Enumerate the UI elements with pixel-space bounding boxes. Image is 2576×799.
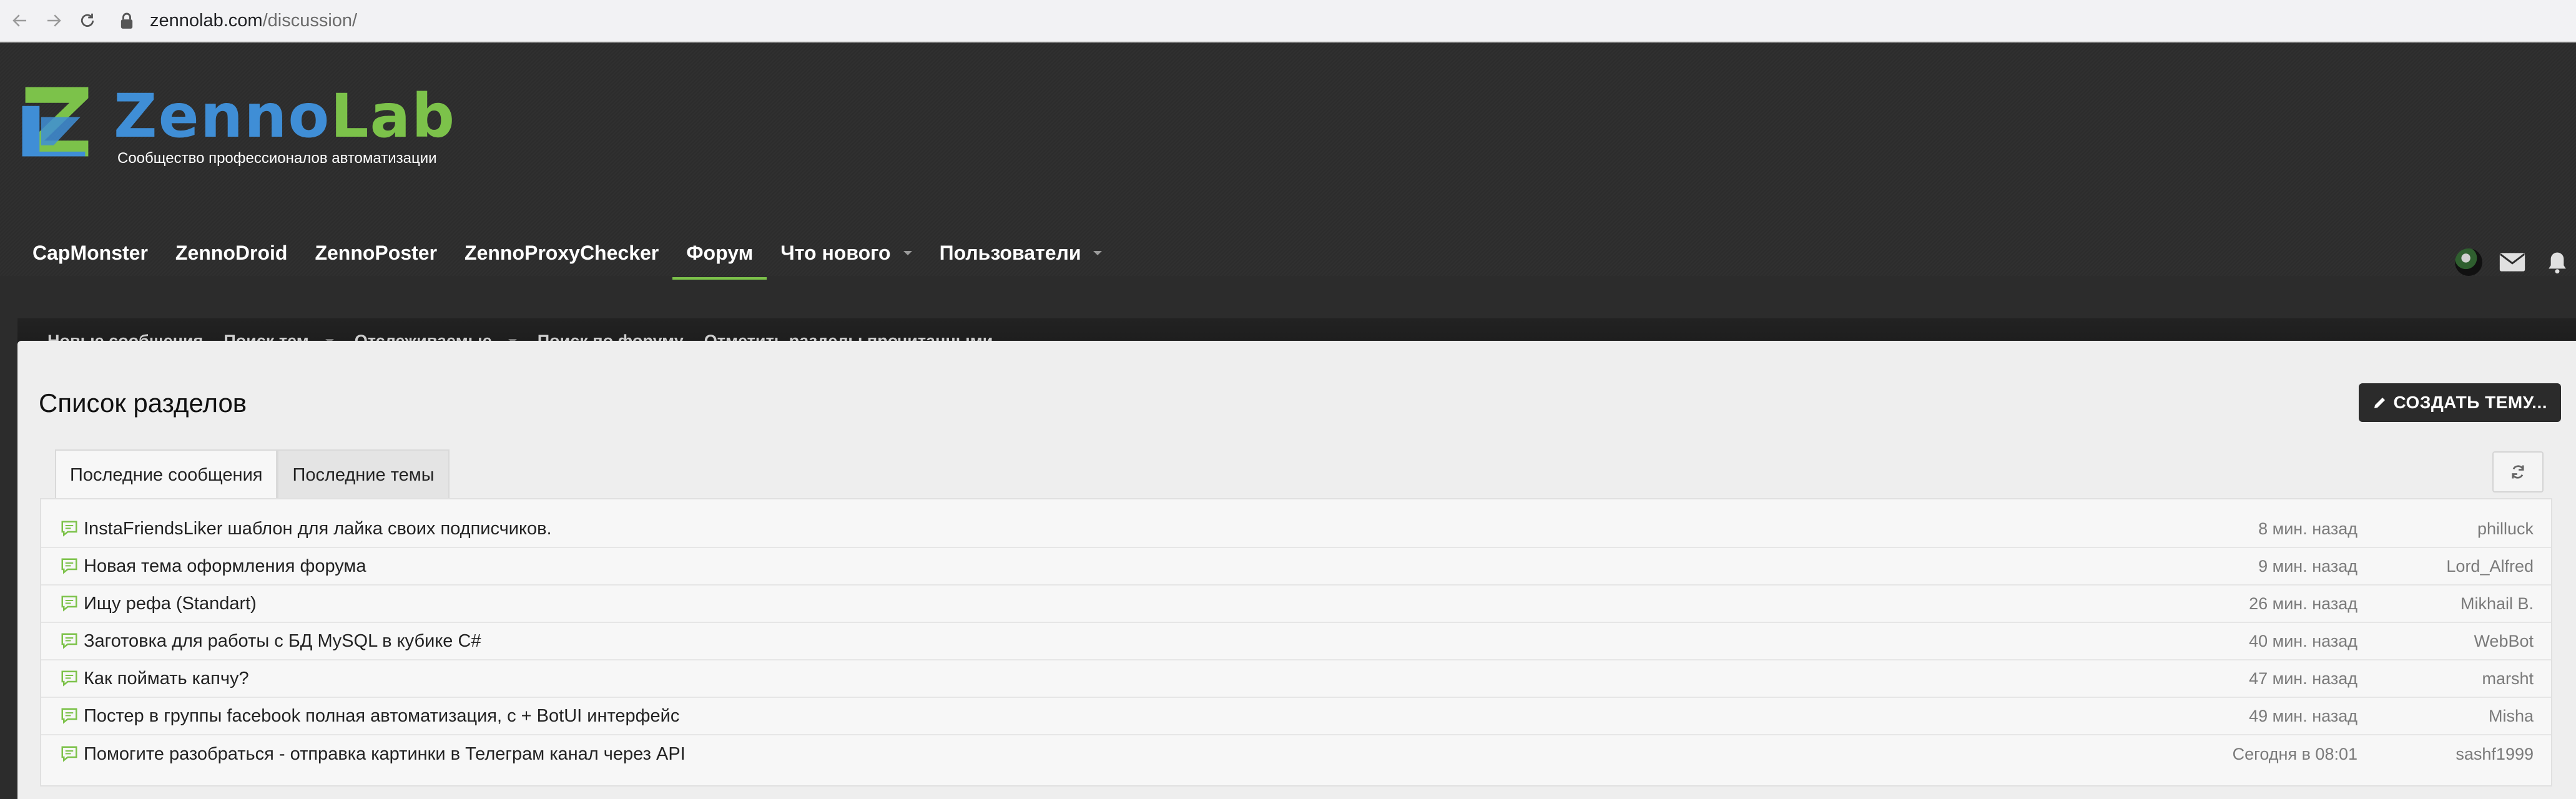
logo-tagline: Сообщество профессионалов автоматизации	[117, 150, 437, 167]
topic-title-link[interactable]: InstaFriendsLiker шаблон для лайка своих…	[84, 519, 552, 539]
list-item[interactable]: Как поймать капчу? 47 мин. назад marsht	[41, 660, 2551, 698]
mail-icon[interactable]	[2499, 250, 2526, 274]
list-item[interactable]: Ищу рефа (Standart) 26 мин. назад Mikhail …	[41, 586, 2551, 623]
reload-icon[interactable]	[74, 7, 101, 34]
topic-time: 9 мин. назад	[2258, 556, 2357, 576]
tab-latest-threads[interactable]: Последние темы	[277, 449, 450, 499]
nav-item-zennodroid[interactable]: ZennoDroid	[162, 227, 302, 278]
url-host: zennolab.com	[150, 10, 263, 31]
chevron-down-icon	[1093, 250, 1103, 255]
list-item[interactable]: Новая тема оформления форума 9 мин. назад…	[41, 548, 2551, 586]
avatar[interactable]	[2455, 248, 2482, 276]
topic-user-link[interactable]: WebBot	[2474, 632, 2534, 651]
nav-item-capmonster[interactable]: CapMonster	[19, 227, 162, 278]
list-item[interactable]: Заготовка для работы с БД MySQL в кубике…	[41, 623, 2551, 660]
topic-title-link[interactable]: Ищу рефа (Standart)	[84, 594, 257, 614]
nav-item-whats-new[interactable]: Что нового	[767, 227, 925, 278]
bell-icon[interactable]	[2544, 250, 2571, 274]
list-item[interactable]: InstaFriendsLiker шаблон для лайка своих…	[41, 511, 2551, 548]
topic-time: 40 мин. назад	[2249, 631, 2357, 650]
back-icon[interactable]	[6, 7, 34, 34]
tab-latest-posts[interactable]: Последние сообщения	[55, 449, 278, 499]
account-icons	[2455, 248, 2571, 276]
create-thread-button[interactable]: СОЗДАТЬ ТЕМУ...	[2358, 383, 2561, 422]
tab-bar: Последние сообщения Последние темы	[55, 449, 450, 499]
lock-icon	[120, 12, 133, 29]
topic-title-link[interactable]: Новая тема оформления форума	[84, 556, 366, 577]
topic-time: 47 мин. назад	[2249, 669, 2357, 688]
topic-time: 49 мин. назад	[2249, 706, 2357, 725]
forward-icon[interactable]	[40, 7, 67, 34]
chevron-down-icon	[903, 250, 912, 255]
url-path: /discussion/	[262, 10, 358, 31]
logo-wordmark: ZennoLab	[114, 81, 456, 151]
topic-user-link[interactable]: Misha	[2489, 707, 2534, 726]
list-item[interactable]: Помогите разобраться - отправка картинки…	[41, 735, 2551, 773]
topic-user-link[interactable]: Mikhail B.	[2460, 594, 2534, 614]
topic-user-link[interactable]: sashf1999	[2456, 745, 2534, 764]
site-header: ZennoLab Сообщество профессионалов автом…	[0, 42, 2576, 363]
nav-item-users[interactable]: Пользователи	[926, 227, 1116, 278]
logo[interactable]: ZennoLab Сообщество профессионалов автом…	[17, 82, 456, 167]
topic-title-link[interactable]: Помогите разобраться - отправка картинки…	[84, 744, 686, 765]
chat-bubble-icon	[61, 746, 77, 762]
chat-bubble-icon	[61, 558, 77, 574]
chat-bubble-icon	[61, 521, 77, 537]
topic-title-link[interactable]: Заготовка для работы с БД MySQL в кубике…	[84, 631, 481, 652]
topic-time: 26 мин. назад	[2249, 594, 2357, 613]
nav-item-zennoposter[interactable]: ZennoPoster	[301, 227, 451, 278]
pencil-icon	[2374, 398, 2385, 408]
topic-time: Сегодня в 08:01	[2232, 744, 2357, 763]
list-item[interactable]: Постер в группы facebook полная автомати…	[41, 698, 2551, 735]
chat-bubble-icon	[61, 670, 77, 687]
topic-user-link[interactable]: marsht	[2482, 669, 2534, 689]
main-nav: CapMonster ZennoDroid ZennoPoster ZennoP…	[19, 227, 1116, 280]
refresh-button[interactable]	[2492, 451, 2544, 493]
refresh-icon	[2512, 465, 2524, 479]
content-panel: Список разделов СОЗДАТЬ ТЕМУ... Последни…	[17, 341, 2576, 799]
nav-item-zennoproxychecker[interactable]: ZennoProxyChecker	[451, 227, 672, 278]
topic-title-link[interactable]: Как поймать капчу?	[84, 669, 249, 689]
chat-bubble-icon	[61, 633, 77, 649]
latest-posts-list: InstaFriendsLiker шаблон для лайка своих…	[40, 498, 2552, 787]
address-bar[interactable]: zennolab.com/discussion/	[120, 11, 357, 31]
topic-title-link[interactable]: Постер в группы facebook полная автомати…	[84, 706, 679, 727]
logo-mark-icon	[22, 87, 89, 157]
page-title: Список разделов	[39, 388, 247, 418]
topic-user-link[interactable]: Lord_Alfred	[2446, 557, 2534, 576]
chat-bubble-icon	[61, 708, 77, 724]
nav-item-forum[interactable]: Форум	[672, 227, 767, 280]
topic-time: 8 мин. назад	[2258, 519, 2357, 538]
chat-bubble-icon	[61, 596, 77, 612]
topic-user-link[interactable]: philluck	[2477, 519, 2534, 539]
browser-toolbar: zennolab.com/discussion/	[0, 0, 2576, 42]
